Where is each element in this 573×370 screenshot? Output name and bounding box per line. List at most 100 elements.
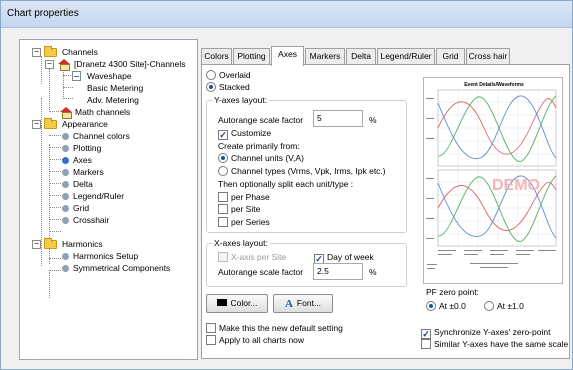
tree-node-label: Legend/Ruler <box>73 191 125 201</box>
apply-all-label: Apply to all charts now <box>219 335 305 345</box>
tab-markers[interactable]: Markers <box>305 48 345 65</box>
folder-icon <box>44 46 57 57</box>
collapse-icon[interactable]: − <box>32 120 41 129</box>
tree-node-channel-colors[interactable]: Channel colors <box>20 131 195 142</box>
tree-node-symmetrical-components[interactable]: Symmetrical Components <box>20 263 195 274</box>
collapse-icon[interactable]: − <box>45 60 54 69</box>
gear-icon <box>62 217 69 224</box>
color-swatch-icon <box>216 299 227 306</box>
tree-node-label: Grid <box>73 203 90 213</box>
create-from-label: Create primarily from: <box>218 141 300 151</box>
checkbox-icon <box>218 252 228 262</box>
customize-checkbox[interactable]: ✓ Customize <box>218 128 271 140</box>
tab-plotting[interactable]: Plotting <box>233 48 270 65</box>
x-percent-label: % <box>369 267 377 277</box>
checked-icon: ✓ <box>421 329 431 339</box>
font-icon: A <box>284 298 293 310</box>
gear-icon <box>62 145 69 152</box>
tree-node-channels[interactable]: − Channels <box>20 46 195 58</box>
per-site-checkbox[interactable]: per Site <box>218 204 260 215</box>
collapse-icon[interactable]: − <box>32 240 41 249</box>
customize-label: Customize <box>231 128 272 138</box>
gear-icon <box>62 181 69 188</box>
site-icon <box>58 59 70 71</box>
preview-watermark: DEMO <box>492 177 540 194</box>
tree-node-harmonics-setup[interactable]: Harmonics Setup <box>20 251 195 262</box>
similar-scale-label: Similar Y-axes have the same scale <box>434 339 569 349</box>
tab-crosshair[interactable]: Cross hair <box>466 48 510 65</box>
tree-node-adv-metering[interactable]: Adv. Metering <box>20 95 195 106</box>
color-button-label: Color... <box>230 298 258 308</box>
overlaid-radio[interactable]: Overlaid <box>206 70 251 81</box>
day-of-week-label: Day of week <box>327 252 374 262</box>
preview-title: Event Details/Waveforms <box>464 82 524 88</box>
checkbox-icon <box>421 339 431 349</box>
tree-node-basic-metering[interactable]: Basic Metering <box>20 83 195 94</box>
pf-zero-value: At ±0.0 <box>439 301 466 311</box>
document-icon <box>72 71 81 81</box>
tree-node-label: Harmonics <box>62 239 103 249</box>
folder-icon <box>44 238 57 249</box>
tree-node-label: Delta <box>73 179 93 189</box>
tree-node-appearance[interactable]: − Appearance <box>20 118 195 130</box>
tree-node-markers[interactable]: Markers <box>20 167 195 178</box>
per-series-label: per Series <box>231 217 270 227</box>
sync-zero-checkbox[interactable]: ✓ Synchronize Y-axes' zero-point <box>421 327 550 339</box>
font-button-label: Font... <box>296 298 322 308</box>
font-button[interactable]: A Font... <box>273 294 333 313</box>
similar-scale-checkbox[interactable]: Similar Y-axes have the same scale <box>421 339 568 350</box>
tree-node-waveshape[interactable]: Waveshape <box>20 71 195 82</box>
pf-one-radio[interactable]: At ±1.0 <box>484 301 524 312</box>
tab-grid[interactable]: Grid <box>436 48 465 65</box>
per-phase-checkbox[interactable]: per Phase <box>218 192 270 203</box>
channel-units-radio[interactable]: Channel units (V,A) <box>218 153 304 164</box>
tree-node-delta[interactable]: Delta <box>20 179 195 190</box>
tree-node-axes[interactable]: Axes <box>20 155 195 166</box>
x-autorange-input[interactable]: 2.5 <box>313 263 363 280</box>
yaxes-group-title: Y-axes layout: <box>212 95 270 106</box>
per-series-checkbox[interactable]: per Series <box>218 217 270 228</box>
make-default-checkbox[interactable]: Make this the new default setting <box>206 323 343 334</box>
tab-delta[interactable]: Delta <box>346 48 376 65</box>
checkbox-icon <box>206 323 216 333</box>
apply-all-checkbox[interactable]: Apply to all charts now <box>206 335 304 346</box>
autorange-input[interactable]: 5 <box>313 110 363 127</box>
gear-icon <box>62 253 69 260</box>
tree-node-grid[interactable]: Grid <box>20 203 195 214</box>
stacked-label: Stacked <box>219 82 250 92</box>
gear-icon <box>62 265 69 272</box>
tree-node-label: Math channels <box>75 107 131 117</box>
tree-node-site-channels[interactable]: − [Dranetz 4300 Site]-Channels <box>20 59 195 71</box>
checkbox-icon <box>206 335 216 345</box>
sync-zero-label: Synchronize Y-axes' zero-point <box>434 327 551 337</box>
channel-types-radio[interactable]: Channel types (Vrms, Vpk, Irms, Ipk etc.… <box>218 166 386 177</box>
tree-node-label: [Dranetz 4300 Site]-Channels <box>74 59 186 69</box>
channel-units-label: Channel units (V,A) <box>231 153 304 163</box>
settings-tree[interactable]: − Channels − [Dranetz 4300 Site]-Channel… <box>19 39 198 360</box>
color-button[interactable]: Color... <box>206 294 268 313</box>
tree-node-plotting[interactable]: Plotting <box>20 143 195 154</box>
radio-icon <box>206 82 216 92</box>
tab-legend-ruler[interactable]: Legend/Ruler <box>377 48 435 65</box>
title-bar: Chart properties <box>1 1 572 28</box>
window-title: Chart properties <box>7 8 79 19</box>
tab-axes[interactable]: Axes <box>271 46 304 66</box>
tree-node-legend-ruler[interactable]: Legend/Ruler <box>20 191 195 202</box>
radio-icon <box>218 166 228 176</box>
tab-colors[interactable]: Colors <box>201 48 232 65</box>
tree-node-harmonics[interactable]: − Harmonics <box>20 238 195 250</box>
tree-node-crosshair[interactable]: Crosshair <box>20 215 195 226</box>
chart-preview-image: Event Details/Waveforms DEMO <box>423 77 563 284</box>
tree-node-label: Harmonics Setup <box>73 251 139 261</box>
tree-node-label: Basic Metering <box>87 83 144 93</box>
checkbox-icon <box>218 217 228 227</box>
xaxis-per-site-checkbox[interactable]: X-axis per Site <box>218 252 286 263</box>
collapse-icon[interactable]: − <box>32 48 41 57</box>
checked-icon: ✓ <box>218 130 228 140</box>
pf-zero-radio[interactable]: At ±0.0 <box>426 301 466 312</box>
stacked-radio[interactable]: Stacked <box>206 82 250 93</box>
tree-node-math-channels[interactable]: Math channels <box>20 107 195 119</box>
gear-icon <box>62 133 69 140</box>
percent-label: % <box>369 115 377 125</box>
tree-node-label: Appearance <box>62 119 108 129</box>
